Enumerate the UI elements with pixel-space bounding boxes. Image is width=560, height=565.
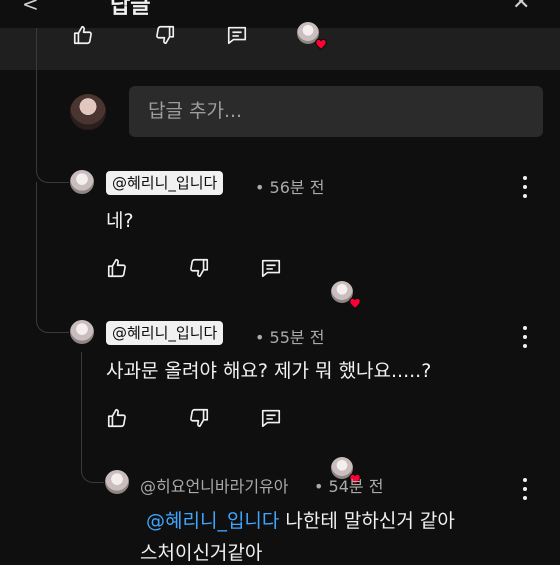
thread-connector: [36, 300, 69, 333]
thread-line: [81, 352, 82, 462]
more-vert-icon[interactable]: [515, 478, 535, 500]
comment-time: • 55분 전: [255, 328, 325, 347]
avatar[interactable]: [70, 170, 94, 194]
comment-author[interactable]: @혜리니_입니다: [106, 171, 224, 195]
creator-heart-icon: [315, 38, 327, 50]
thread-connector: [81, 450, 104, 483]
avatar[interactable]: [70, 320, 94, 344]
comment-text: 사과문 올려야 해요? 제가 뭐 했나요.....?: [106, 360, 432, 382]
more-vert-icon[interactable]: [515, 176, 535, 198]
creator-heart: [297, 22, 327, 50]
reply-icon: [227, 26, 247, 45]
page-title: 답글: [110, 0, 151, 19]
thumb-up-icon: [107, 258, 126, 278]
thumb-up-icon: [73, 25, 92, 45]
like-button[interactable]: [104, 405, 130, 431]
like-button[interactable]: [70, 22, 96, 48]
reply-button[interactable]: [258, 405, 284, 431]
reply-button[interactable]: [224, 22, 250, 48]
reply-input[interactable]: 답글 추가...: [129, 86, 543, 137]
reply-button[interactable]: [258, 255, 284, 281]
mention-link[interactable]: @혜리니_입니다: [146, 510, 279, 532]
reply-icon: [261, 259, 281, 278]
comment-text-line2: 스처이신거같아: [140, 542, 263, 564]
dislike-button[interactable]: [152, 22, 178, 48]
comment-author[interactable]: @혜리니_입니다: [106, 321, 224, 345]
comment-author[interactable]: @히요언니바라기유아: [140, 473, 288, 497]
thumb-down-icon: [190, 408, 209, 428]
avatar[interactable]: [105, 470, 129, 494]
thumb-down-icon: [190, 258, 209, 278]
thumb-down-icon: [156, 25, 175, 45]
comment-text: @혜리니_입니다 나한테 말하신거 같아: [146, 506, 455, 533]
like-button[interactable]: [104, 255, 130, 281]
thumb-up-icon: [107, 408, 126, 428]
thread-connector: [36, 150, 69, 183]
creator-heart-icon: [349, 297, 361, 309]
creator-heart: [331, 281, 361, 309]
comment-time: • 56분 전: [255, 178, 325, 197]
comment-text: 네?: [106, 210, 134, 232]
more-vert-icon[interactable]: [515, 326, 535, 348]
current-user-avatar: [70, 94, 106, 130]
comment-time: • 54분 전: [314, 477, 384, 496]
dislike-button[interactable]: [186, 405, 212, 431]
close-button[interactable]: ✕: [512, 0, 530, 15]
back-button[interactable]: <: [22, 0, 39, 16]
comment-text-rest: 나한테 말하신거 같아: [279, 510, 455, 532]
reply-icon: [261, 409, 281, 428]
thread-line: [36, 28, 37, 158]
dislike-button[interactable]: [186, 255, 212, 281]
